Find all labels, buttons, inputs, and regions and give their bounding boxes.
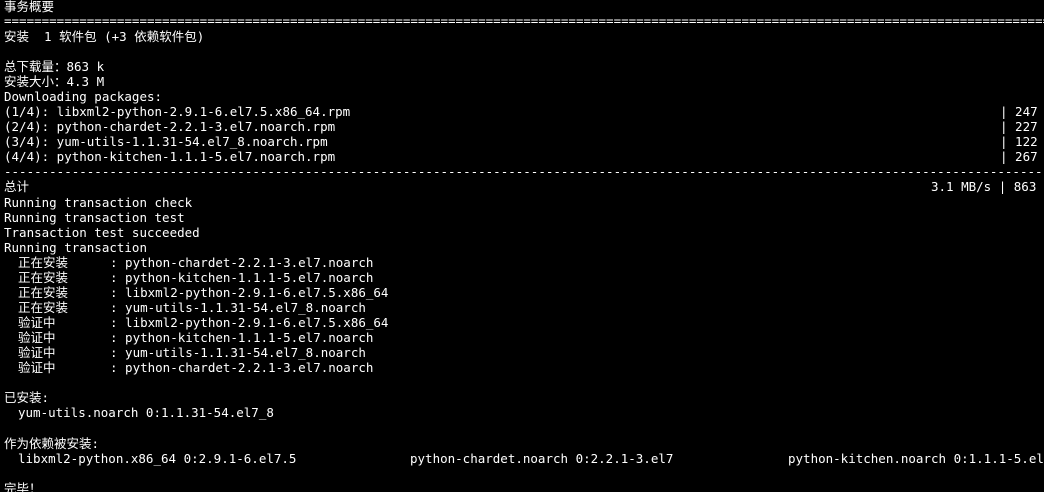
total-rate: 3.1 MB/s | 863 — [931, 179, 1037, 194]
download-item: (2/4): python-chardet-2.2.1-3.el7.noarch… — [4, 119, 336, 134]
step-action: 正在安装 — [18, 285, 69, 300]
download-item: (3/4): yum-utils-1.1.31-54.el7_8.noarch.… — [4, 134, 328, 149]
step-action: 验证中 — [18, 330, 56, 345]
step-action: 验证中 — [18, 345, 56, 360]
txn-line: Transaction test succeeded — [4, 225, 200, 240]
dep-package: python-kitchen.noarch 0:1.1.1-5.el7 — [788, 451, 1044, 466]
step-action: 验证中 — [18, 315, 56, 330]
step-action: 验证中 — [18, 360, 56, 375]
step-package: : python-kitchen-1.1.1-5.el7.noarch — [110, 270, 374, 285]
txn-line: Running transaction — [4, 240, 147, 255]
dash-rule: ----------------------------------------… — [4, 164, 1044, 179]
step-action: 正在安装 — [18, 270, 69, 285]
install-summary: 安装 1 软件包 (+3 依赖软件包) — [4, 29, 205, 44]
installed-label: 已安装: — [4, 390, 50, 405]
step-package: : python-kitchen-1.1.1-5.el7.noarch — [110, 330, 374, 345]
download-size: | 122 — [1000, 134, 1038, 149]
step-package: : yum-utils-1.1.31-54.el7_8.noarch — [110, 345, 366, 360]
download-size: | 267 — [1000, 149, 1038, 164]
downloading-line: Downloading packages: — [4, 89, 163, 104]
install-size: 安装大小：4.3 M — [4, 74, 105, 89]
installed-package: yum-utils.noarch 0:1.1.31-54.el7_8 — [18, 405, 274, 420]
done-line: 完毕！ — [4, 481, 42, 492]
dep-package: libxml2-python.x86_64 0:2.9.1-6.el7.5 — [18, 451, 297, 466]
step-package: : python-chardet-2.2.1-3.el7.noarch — [110, 360, 374, 375]
download-item: (1/4): libxml2-python-2.9.1-6.el7.5.x86_… — [4, 104, 351, 119]
download-size: | 247 — [1000, 104, 1038, 119]
step-package: : python-chardet-2.2.1-3.el7.noarch — [110, 255, 374, 270]
double-rule: ========================================… — [4, 13, 1044, 28]
deps-label: 作为依赖被安装: — [4, 436, 100, 451]
step-package: : libxml2-python-2.9.1-6.el7.5.x86_64 — [110, 285, 389, 300]
txn-line: Running transaction check — [4, 195, 193, 210]
total-label: 总计 — [4, 179, 30, 194]
download-item: (4/4): python-kitchen-1.1.1-5.el7.noarch… — [4, 149, 336, 164]
step-package: : yum-utils-1.1.31-54.el7_8.noarch — [110, 300, 366, 315]
step-action: 正在安装 — [18, 255, 69, 270]
download-size: | 227 — [1000, 119, 1038, 134]
section-header: 事务概要 — [4, 0, 55, 14]
step-package: : libxml2-python-2.9.1-6.el7.5.x86_64 — [110, 315, 389, 330]
terminal-window[interactable]: 事务概要 ===================================… — [0, 0, 1044, 492]
dep-package: python-chardet.noarch 0:2.2.1-3.el7 — [410, 451, 674, 466]
total-download: 总下载量：863 k — [4, 59, 105, 74]
step-action: 正在安装 — [18, 300, 69, 315]
txn-line: Running transaction test — [4, 210, 185, 225]
